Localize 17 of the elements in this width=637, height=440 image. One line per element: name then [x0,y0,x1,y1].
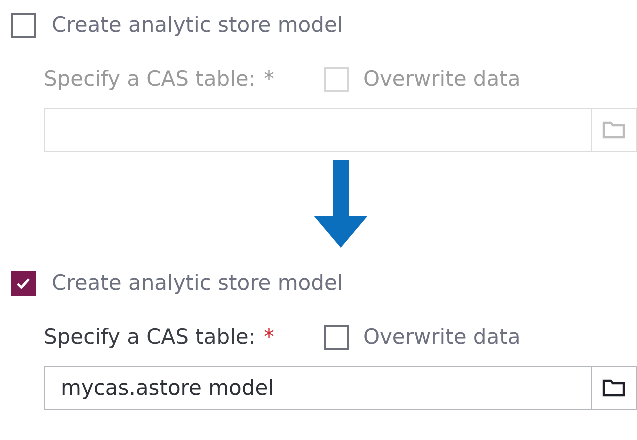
input-field[interactable]: mycas.astore model [44,366,592,410]
checkbox-label: Create analytic store model [52,271,344,295]
field-label: Specify a CAS table: [44,67,256,91]
folder-icon [602,378,626,398]
input-field[interactable] [44,108,592,152]
down-arrow-icon [314,160,368,248]
checkbox[interactable] [324,324,350,350]
required-mark: * [264,325,274,349]
check-icon [16,276,31,290]
checkbox-label: Create analytic store model [52,13,344,37]
checkbox-label: Overwrite data [363,325,521,349]
required-mark: * [264,67,274,91]
field-label: Specify a CAS table: [44,325,256,349]
browse-button[interactable] [592,366,637,410]
checkbox[interactable] [11,270,36,296]
checkbox-label: Overwrite data [363,67,521,91]
folder-icon [602,120,626,140]
